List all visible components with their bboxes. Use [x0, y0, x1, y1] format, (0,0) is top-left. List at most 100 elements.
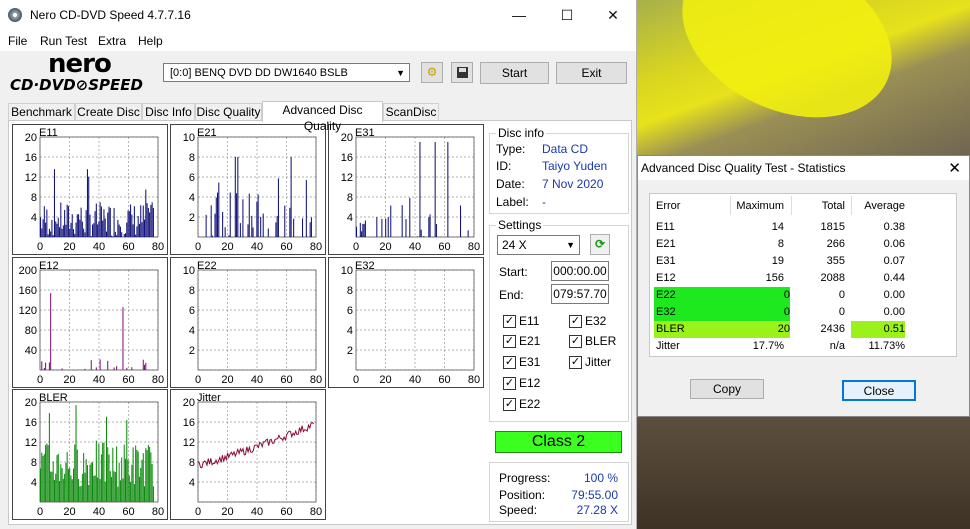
y-tick-label: 120	[19, 305, 37, 317]
drive-info-button[interactable]: ⚙	[421, 62, 443, 83]
checkbox-e32[interactable]: ✓	[569, 315, 582, 328]
x-tick-label: 60	[280, 374, 292, 386]
tab-scandisc[interactable]: ScanDisc	[383, 103, 439, 121]
tab-disc-quality[interactable]: Disc Quality	[195, 103, 262, 121]
checkbox-label: E11	[519, 314, 540, 328]
y-tick-label: 6	[189, 172, 195, 184]
header-maximum: Maximum	[736, 200, 784, 212]
y-tick-label: 8	[31, 192, 37, 204]
y-tick-label: 8	[347, 192, 353, 204]
x-tick-label: 60	[122, 374, 134, 386]
close-dialog-button[interactable]: Close	[842, 380, 916, 401]
tab-create-disc[interactable]: Create Disc	[75, 103, 142, 121]
x-tick-label: 20	[221, 506, 233, 518]
menu-run-test[interactable]: Run Test	[40, 34, 87, 48]
cell-error: E22	[654, 287, 730, 304]
speed-select[interactable]: 24 X ▼	[497, 235, 580, 255]
cell-error: E32	[654, 304, 730, 321]
chevron-down-icon: ▼	[396, 68, 405, 78]
checkbox-label: E12	[519, 376, 541, 390]
position-value: 79:55.00	[571, 488, 618, 502]
y-tick-label: 4	[189, 192, 195, 204]
x-tick-label: 80	[310, 374, 322, 386]
cell-maximum: 14	[771, 221, 784, 233]
settings-heading: Settings	[496, 218, 544, 232]
title-bar: Nero CD-DVD Speed 4.7.7.16 — ☐ ✕	[0, 0, 636, 31]
id-label: ID:	[496, 159, 512, 173]
x-tick-label: 80	[468, 374, 480, 386]
statistics-dialog: Advanced Disc Quality Test - Statistics …	[637, 155, 970, 417]
exit-button[interactable]: Exit	[556, 62, 627, 84]
chart-title: E21	[197, 127, 217, 139]
cell-total: 355	[826, 255, 845, 267]
chart-jitter: 20 16 12 8 4 0 20 40 60 80 Jitter	[170, 389, 326, 520]
chart-e11: 20 16 12 8 4 0 20 40 60 80 E11	[12, 124, 168, 255]
x-tick-label: 40	[93, 506, 105, 518]
y-tick-label: 16	[341, 152, 353, 164]
close-button[interactable]: ✕	[590, 0, 636, 31]
menu-extra[interactable]: Extra	[98, 34, 126, 48]
x-tick-label: 80	[152, 374, 164, 386]
checkbox-label: E21	[519, 334, 541, 348]
x-tick-label: 20	[379, 374, 391, 386]
checkbox-bler[interactable]: ✓	[569, 335, 582, 348]
cell-maximum: 20	[730, 321, 790, 338]
tab-disc-info[interactable]: Disc Info	[142, 103, 195, 121]
x-tick-label: 40	[251, 506, 263, 518]
tab-benchmark[interactable]: Benchmark	[8, 103, 75, 121]
menu-file[interactable]: File	[8, 34, 27, 48]
cell-error: BLER	[654, 321, 730, 338]
header-average: Average	[864, 200, 905, 212]
x-tick-label: 40	[93, 241, 105, 253]
x-tick-label: 40	[409, 374, 421, 386]
x-tick-label: 60	[280, 241, 292, 253]
menu-help[interactable]: Help	[138, 34, 163, 48]
y-tick-label: 8	[31, 457, 37, 469]
x-tick-label: 40	[93, 374, 105, 386]
close-icon[interactable]: ✕	[948, 159, 961, 177]
x-tick-label: 80	[310, 506, 322, 518]
type-value: Data CD	[542, 142, 589, 156]
start-time-input[interactable]: 000:00.00	[551, 261, 609, 281]
checkbox-e21[interactable]: ✓	[503, 335, 516, 348]
maximize-button[interactable]: ☐	[544, 0, 590, 31]
nero-logo: nero CD·DVD⊘SPEED	[10, 49, 143, 94]
y-tick-label: 8	[189, 152, 195, 164]
chart-e21: 10 8 6 4 2 0 20 40 60 80 E21	[170, 124, 326, 255]
drive-select[interactable]: [0:0] BENQ DVD DD DW1640 BSLB ▼	[163, 63, 410, 82]
disc-info-heading: Disc info	[496, 126, 547, 140]
checkbox-label: E32	[585, 314, 607, 328]
y-tick-label: 4	[189, 477, 195, 489]
checkbox-jitter[interactable]: ✓	[569, 356, 582, 369]
minimize-button[interactable]: —	[496, 0, 542, 31]
cell-total: 1815	[820, 221, 845, 233]
y-tick-label: 8	[189, 457, 195, 469]
save-button[interactable]	[451, 62, 473, 83]
y-tick-label: 4	[347, 212, 353, 224]
checkbox-e22[interactable]: ✓	[503, 398, 516, 411]
id-value: Taiyo Yuden	[542, 159, 608, 173]
tab-advanced-disc-quality[interactable]: Advanced Disc Quality	[262, 101, 383, 133]
y-tick-label: 12	[25, 172, 37, 184]
checkbox-e12[interactable]: ✓	[503, 377, 516, 390]
copy-button[interactable]: Copy	[690, 379, 764, 399]
cell-total: 2436	[820, 323, 845, 335]
y-tick-label: 10	[183, 265, 195, 277]
chart-title: E11	[39, 127, 58, 139]
x-tick-label: 40	[251, 241, 263, 253]
end-time-input[interactable]: 079:57.70	[551, 284, 609, 304]
cell-maximum: 19	[771, 255, 784, 267]
y-tick-label: 4	[189, 325, 195, 337]
refresh-speed-button[interactable]: ⟳	[590, 234, 610, 255]
start-button[interactable]: Start	[480, 62, 549, 84]
header-error: Error	[656, 200, 681, 212]
cell-average: 0.00	[883, 306, 905, 318]
main-window: Nero CD-DVD Speed 4.7.7.16 — ☐ ✕ File Ru…	[0, 0, 637, 529]
checkbox-e31[interactable]: ✓	[503, 356, 516, 369]
x-tick-label: 0	[37, 241, 43, 253]
progress-value: 100 %	[583, 471, 618, 485]
checkbox-e11[interactable]: ✓	[503, 315, 516, 328]
x-tick-label: 0	[195, 506, 201, 518]
y-tick-label: 20	[25, 132, 37, 144]
speed-select-value: 24 X	[502, 238, 527, 252]
